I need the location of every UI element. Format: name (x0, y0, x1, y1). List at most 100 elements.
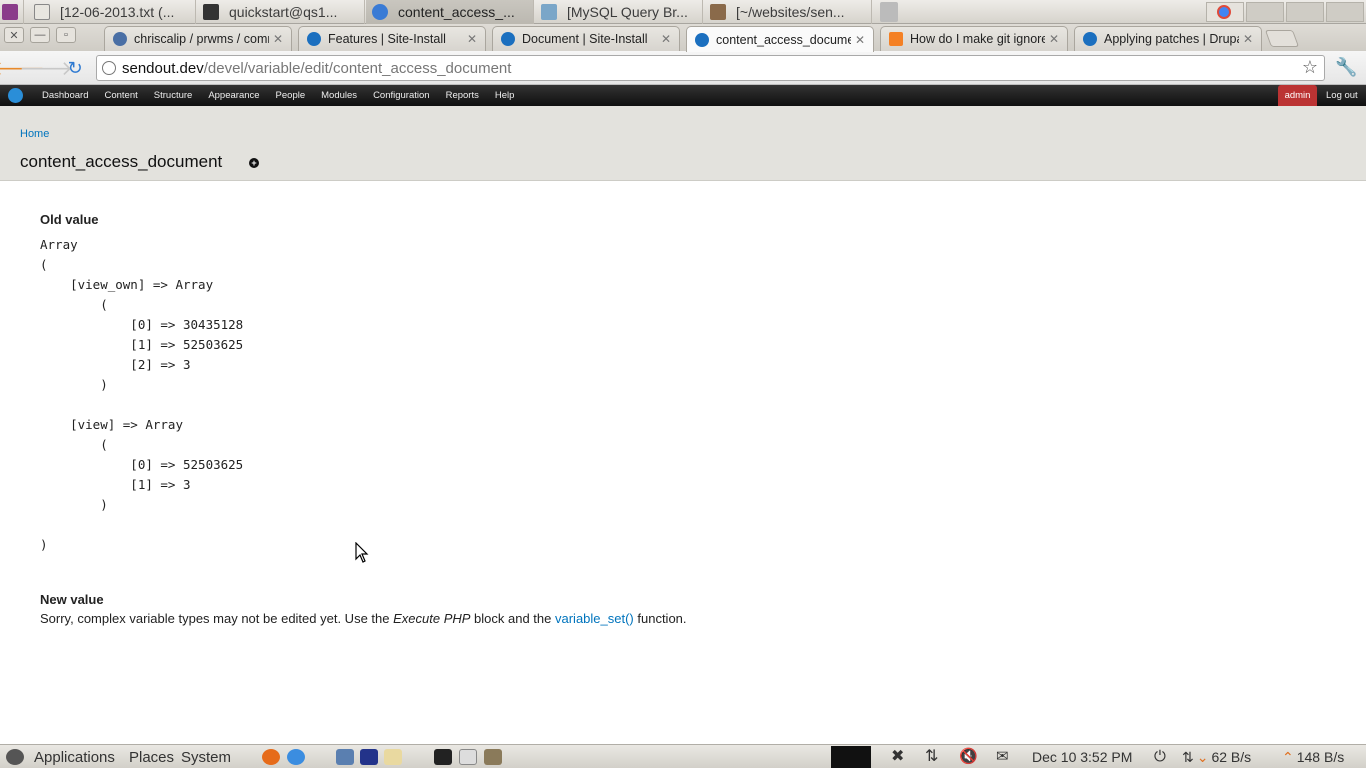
gedit-launcher-icon[interactable] (459, 749, 477, 765)
task-terminal[interactable]: quickstart@qs1... (197, 0, 365, 24)
new-value-message: Sorry, complex variable types may not be… (40, 611, 687, 626)
add-shortcut-icon[interactable]: + (249, 158, 259, 168)
volume-muted-icon[interactable]: 🔇 (959, 749, 978, 765)
tab-title: chriscalip / prwms / comm (134, 32, 269, 46)
chrome-tray-icon[interactable] (1206, 2, 1244, 22)
drupal-favicon-icon (1083, 32, 1097, 46)
minimize-icon: — (34, 29, 46, 41)
system-menu[interactable]: System (181, 745, 231, 768)
menu-appearance[interactable]: Appearance (200, 85, 267, 106)
tab-close-icon[interactable]: ✕ (273, 32, 283, 46)
power-icon[interactable]: ⏻ (1154, 749, 1172, 765)
task-label: [12-06-2013.txt (... (60, 4, 175, 20)
browser-tab[interactable]: How do I make git ignore r ✕ (880, 26, 1068, 51)
bottom-panel: Applications Places System ✖ ⇅ 🔇 ✉ Dec 1… (0, 744, 1366, 768)
net-arrows-icon: ⇅ (1182, 748, 1194, 765)
clock[interactable]: Dec 10 3:52 PM (1032, 745, 1132, 768)
tab-close-icon[interactable]: ✕ (467, 32, 477, 46)
user-account-link[interactable]: admin (1278, 85, 1317, 106)
net-up-value: 148 B/s (1296, 749, 1345, 765)
menu-content[interactable]: Content (96, 85, 145, 106)
stackoverflow-favicon-icon (889, 32, 903, 46)
old-value-dump: Array ( [view_own] => Array ( [0] => 304… (40, 237, 244, 552)
new-tab-button[interactable] (1264, 30, 1300, 47)
eclipse-launcher-icon[interactable] (360, 749, 378, 765)
menu-dashboard[interactable]: Dashboard (34, 85, 96, 106)
tray-slot[interactable] (1246, 2, 1284, 22)
browser-tab[interactable]: Applying patches | Drupal ✕ (1074, 26, 1262, 51)
menu-modules[interactable]: Modules (313, 85, 365, 106)
mysql-icon (541, 4, 557, 20)
phpmyadmin-launcher-icon[interactable] (384, 749, 402, 765)
tray-slot[interactable] (1326, 2, 1364, 22)
dropbox-icon[interactable]: ✖ (891, 749, 909, 765)
task-text-editor[interactable]: [12-06-2013.txt (... (28, 0, 196, 24)
admin-menu: Dashboard Content Structure Appearance P… (34, 85, 522, 106)
virtualbox-launcher-icon[interactable] (336, 749, 354, 765)
trash-icon[interactable] (880, 2, 898, 22)
net-down-speed: ⇅ ⌄ 62 B/s (1182, 745, 1251, 768)
reload-button[interactable]: ↻ (63, 57, 87, 79)
message-text: block and the (470, 611, 555, 626)
net-up-speed: ⌃ 148 B/s (1282, 745, 1344, 768)
system-monitor-graph[interactable] (831, 746, 871, 768)
terminal-launcher-icon[interactable] (434, 749, 452, 765)
up-chevron-icon: ⌃ (1282, 748, 1294, 765)
message-text: Sorry, complex variable types may not be… (40, 611, 394, 626)
drupal-favicon-icon (307, 32, 321, 46)
task-chrome[interactable]: content_access_... (366, 0, 534, 24)
minimize-window-button[interactable]: — (30, 27, 50, 43)
task-file-browser[interactable]: [~/websites/sen... (704, 0, 872, 24)
tab-strip: ✕ — ▫ chriscalip / prwms / comm ✕ Feature… (0, 24, 1366, 52)
tab-title: Document | Site-Install (522, 32, 648, 46)
folder-icon (710, 4, 726, 20)
places-menu[interactable]: Places (129, 745, 174, 768)
menu-configuration[interactable]: Configuration (365, 85, 438, 106)
down-chevron-icon: ⌄ (1196, 748, 1209, 765)
druplicon-home-icon[interactable] (8, 88, 23, 103)
wrench-menu-icon[interactable]: 🔧 (1335, 57, 1357, 78)
mail-icon[interactable]: ✉ (996, 749, 1014, 765)
browser-tab[interactable]: chriscalip / prwms / comm ✕ (104, 26, 292, 51)
address-bar[interactable]: sendout.dev/devel/variable/edit/content_… (96, 55, 1325, 81)
task-label: quickstart@qs1... (229, 4, 338, 20)
close-window-button[interactable]: ✕ (4, 27, 24, 43)
logout-link[interactable]: Log out (1326, 85, 1358, 106)
firefox-launcher-icon[interactable] (262, 749, 280, 765)
tab-title: Applying patches | Drupal (1104, 32, 1239, 46)
tab-title: content_access_documen (716, 32, 851, 47)
breadcrumb-home-link[interactable]: Home (20, 128, 49, 140)
maximize-window-button[interactable]: ▫ (56, 27, 76, 43)
task-mysql[interactable]: [MySQL Query Br... (535, 0, 703, 24)
message-text: function. (633, 611, 687, 626)
tab-close-icon[interactable]: ✕ (661, 32, 671, 46)
gimp-launcher-icon[interactable] (484, 749, 502, 765)
github-favicon-icon (113, 32, 127, 46)
browser-tab[interactable]: Features | Site-Install ✕ (298, 26, 486, 51)
chrome-launcher-icon[interactable] (287, 749, 305, 765)
tab-close-icon[interactable]: ✕ (1049, 32, 1059, 46)
network-icon[interactable]: ⇅ (925, 749, 943, 765)
drupal-favicon-icon (501, 32, 515, 46)
menu-structure[interactable]: Structure (146, 85, 201, 106)
ubuntu-logo-icon (6, 749, 24, 765)
new-value-label: New value (40, 592, 104, 607)
tab-close-icon[interactable]: ✕ (1243, 32, 1253, 46)
forward-button[interactable]: 🡒 (19, 57, 73, 80)
reload-icon: ↻ (67, 57, 83, 78)
browser-tab-active[interactable]: content_access_documen ✕ (686, 26, 874, 52)
applications-menu[interactable]: Applications (34, 745, 115, 768)
menu-help[interactable]: Help (487, 85, 523, 106)
page-title: content_access_document (20, 152, 223, 171)
tray-slot[interactable] (1286, 2, 1324, 22)
top-panel: [12-06-2013.txt (... quickstart@qs1... c… (0, 0, 1366, 24)
workspace-switcher[interactable] (0, 0, 24, 24)
bookmark-star-icon[interactable]: ☆ (1302, 57, 1318, 78)
browser-tab[interactable]: Document | Site-Install ✕ (492, 26, 680, 51)
variable-set-link[interactable]: variable_set() (555, 611, 634, 626)
menu-reports[interactable]: Reports (438, 85, 487, 106)
browser-toolbar: 🡐 🡒 ↻ sendout.dev/devel/variable/edit/co… (0, 51, 1366, 85)
tab-close-icon[interactable]: ✕ (855, 33, 865, 47)
menu-people[interactable]: People (268, 85, 314, 106)
close-icon: ✕ (9, 29, 19, 42)
